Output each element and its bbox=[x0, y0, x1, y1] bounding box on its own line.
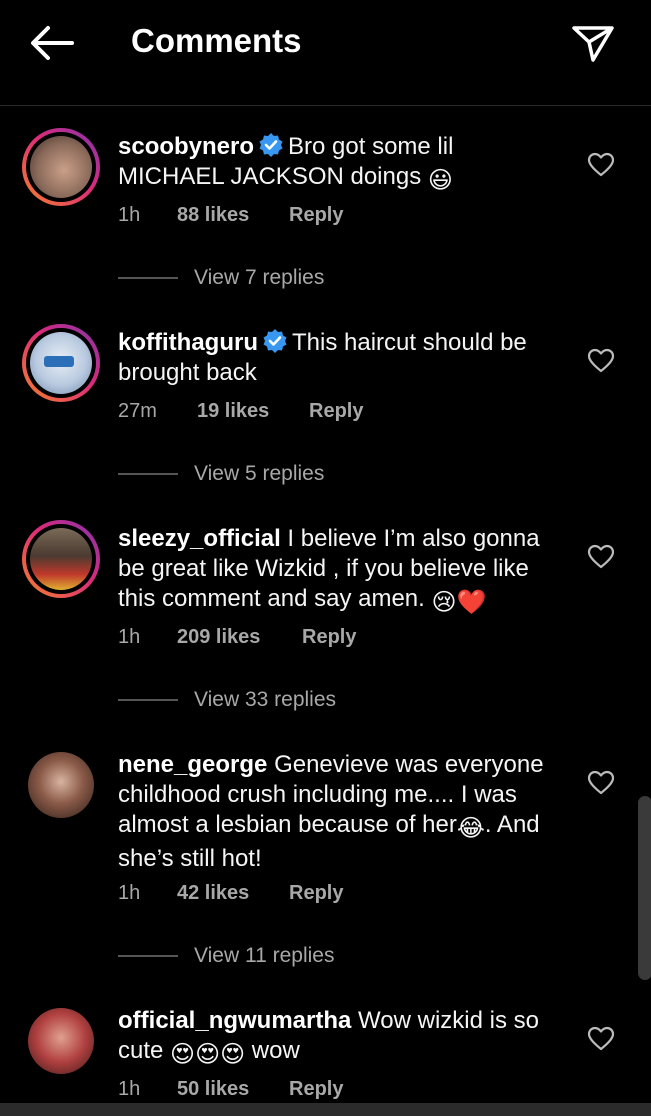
view-replies-button[interactable]: View 7 replies bbox=[118, 266, 324, 290]
comment-username[interactable]: official_ngwumartha bbox=[118, 1007, 351, 1034]
verified-badge-icon bbox=[263, 329, 287, 353]
heart-icon[interactable] bbox=[587, 152, 615, 178]
reply-button[interactable]: Reply bbox=[289, 204, 343, 227]
comment-time: 1h bbox=[118, 204, 141, 226]
comment-username[interactable]: koffithaguru bbox=[118, 329, 258, 356]
comment-time: 1h bbox=[118, 882, 141, 904]
divider-line bbox=[118, 699, 178, 702]
comment-username[interactable]: nene_george bbox=[118, 751, 267, 778]
reply-button[interactable]: Reply bbox=[289, 1078, 343, 1101]
view-replies-button[interactable]: View 33 replies bbox=[118, 688, 336, 712]
smile-emoji-icon: 😃 bbox=[427, 167, 453, 194]
page-title: Comments bbox=[131, 22, 302, 59]
comment-username[interactable]: scoobynero bbox=[118, 133, 254, 160]
paper-plane-icon[interactable] bbox=[570, 22, 616, 64]
comment-username[interactable]: sleezy_official bbox=[118, 525, 281, 552]
reply-button[interactable]: Reply bbox=[309, 400, 363, 423]
avatar[interactable] bbox=[22, 520, 100, 598]
header-bar: Comments bbox=[0, 0, 651, 106]
avatar[interactable] bbox=[22, 128, 100, 206]
view-replies-label: View 11 replies bbox=[194, 944, 335, 967]
heart-icon[interactable] bbox=[587, 544, 615, 570]
bottom-bar bbox=[0, 1103, 651, 1116]
reply-button[interactable]: Reply bbox=[289, 882, 343, 905]
avatar[interactable] bbox=[22, 324, 100, 402]
view-replies-label: View 5 replies bbox=[194, 462, 325, 485]
heart-icon[interactable] bbox=[587, 348, 615, 374]
likes-count[interactable]: 42 likes bbox=[177, 882, 289, 905]
likes-count[interactable]: 88 likes bbox=[177, 204, 289, 227]
view-replies-button[interactable]: View 5 replies bbox=[118, 462, 324, 486]
arrow-left-icon[interactable] bbox=[28, 24, 74, 62]
likes-count[interactable]: 19 likes bbox=[197, 400, 309, 423]
likes-count[interactable]: 50 likes bbox=[177, 1078, 289, 1101]
divider-line bbox=[118, 473, 178, 476]
likes-count[interactable]: 209 likes bbox=[177, 626, 302, 649]
heart-eyes-emoji-icon: 😍😍😍 bbox=[170, 1041, 246, 1068]
laughing-emoji-icon: 😂 bbox=[456, 815, 485, 842]
divider-line bbox=[118, 277, 178, 280]
view-replies-button[interactable]: View 11 replies bbox=[118, 944, 334, 968]
avatar[interactable] bbox=[28, 1008, 94, 1074]
view-replies-label: View 33 replies bbox=[194, 688, 337, 711]
scrollbar[interactable] bbox=[638, 796, 651, 980]
heart-icon[interactable] bbox=[587, 770, 615, 796]
heart-icon[interactable] bbox=[587, 1026, 615, 1052]
reply-button[interactable]: Reply bbox=[302, 626, 356, 649]
comment-time: 1h bbox=[118, 626, 141, 648]
divider-line bbox=[118, 955, 178, 958]
view-replies-label: View 7 replies bbox=[194, 266, 325, 289]
comment-time: 27m bbox=[118, 400, 157, 422]
avatar[interactable] bbox=[28, 752, 94, 818]
verified-badge-icon bbox=[259, 133, 283, 157]
comment-text-continued: wow bbox=[251, 1037, 300, 1064]
comment-time: 1h bbox=[118, 1078, 141, 1100]
crying-heart-emoji-icon: 😢❤️ bbox=[431, 589, 487, 616]
